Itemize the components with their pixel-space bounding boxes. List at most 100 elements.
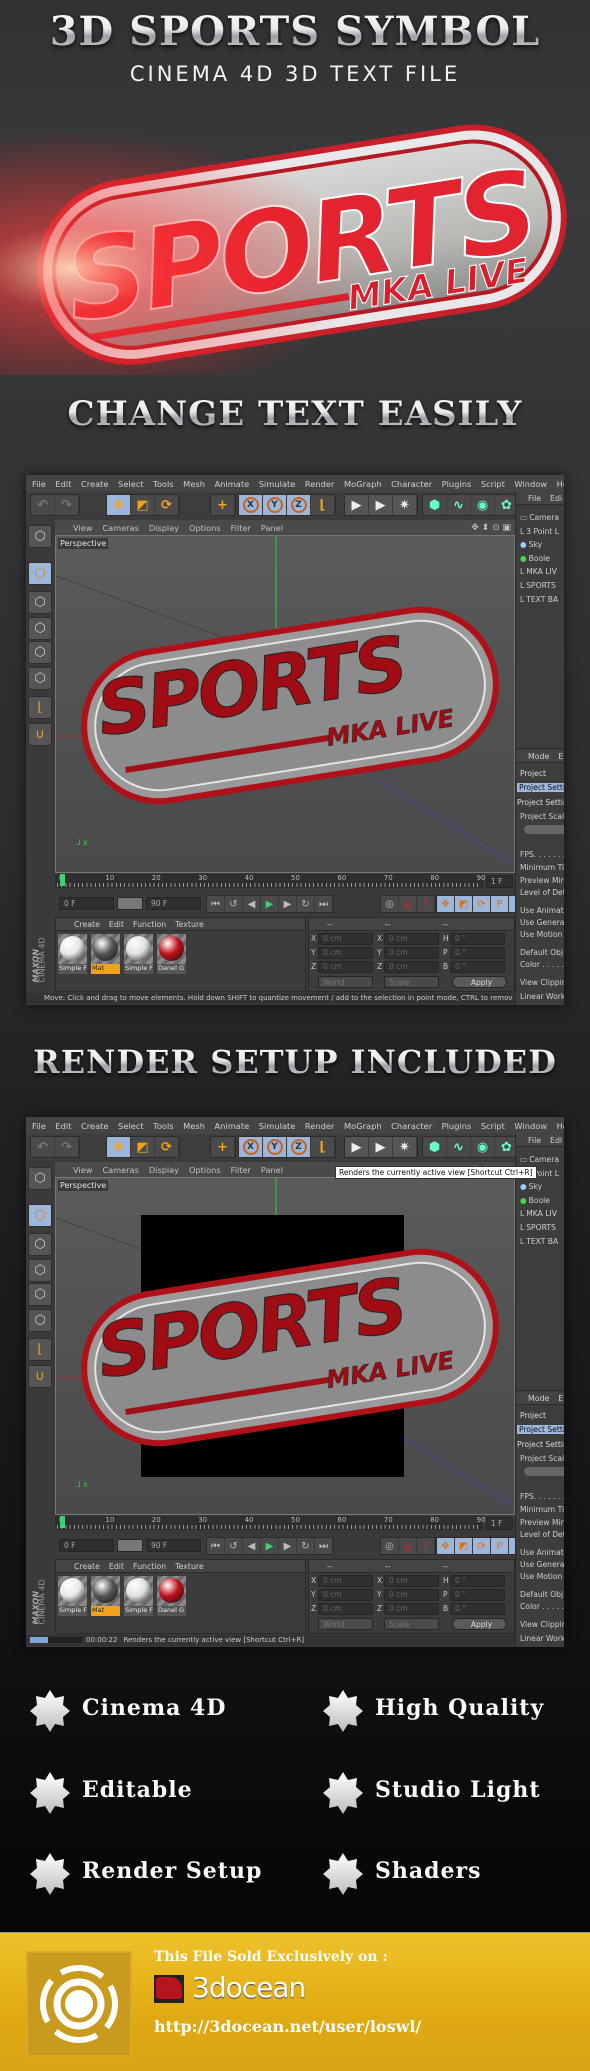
menu-create[interactable]: Create bbox=[81, 479, 109, 489]
menu-window[interactable]: Window bbox=[514, 1121, 547, 1131]
start-frame-field[interactable]: 0 F bbox=[59, 1539, 114, 1552]
undo-button[interactable]: ↶ bbox=[31, 495, 55, 515]
key-rotation-button[interactable]: ⟳ bbox=[473, 896, 491, 912]
menu-render[interactable]: Render bbox=[305, 1121, 335, 1131]
apply-button[interactable]: Apply bbox=[452, 1618, 507, 1630]
material-menu-texture[interactable]: Texture bbox=[175, 1562, 204, 1571]
coord-value-field[interactable]: 0 cm bbox=[318, 933, 373, 945]
attribute-menu-item[interactable]: Mode bbox=[528, 752, 549, 761]
project-scale-field[interactable] bbox=[524, 825, 564, 834]
prev-key-button[interactable]: ↺ bbox=[225, 1538, 243, 1554]
redo-button[interactable]: ↷ bbox=[55, 1137, 79, 1157]
go-to-end-button[interactable]: ⏭ bbox=[315, 1538, 333, 1554]
object-list-item[interactable]: L SPORTS bbox=[520, 1223, 556, 1232]
scale-button[interactable]: ◩ bbox=[131, 1137, 155, 1157]
undo-button[interactable]: ↶ bbox=[31, 1137, 55, 1157]
object-list-item[interactable]: ● Boole bbox=[520, 1196, 550, 1205]
menu-script[interactable]: Script bbox=[481, 479, 505, 489]
end-frame-field[interactable]: 90 F bbox=[146, 1539, 201, 1552]
key-position-button[interactable]: ✥ bbox=[437, 1538, 455, 1554]
material-menu-function[interactable]: Function bbox=[133, 920, 166, 929]
menu-character[interactable]: Character bbox=[391, 1121, 432, 1131]
3d-viewport[interactable]: SPORTS MKA LIVE Perspective ⅃ x bbox=[55, 535, 515, 873]
viewport-menu-panel[interactable]: Panel bbox=[261, 523, 283, 533]
viewport-menu-display[interactable]: Display bbox=[149, 523, 179, 533]
material-menu-create[interactable]: Create bbox=[74, 1562, 100, 1571]
coord-value-field[interactable]: 0 cm bbox=[384, 1575, 439, 1587]
viewport-menu-cameras[interactable]: Cameras bbox=[102, 1165, 138, 1175]
autokey-button[interactable]: ◎ bbox=[381, 1538, 399, 1554]
current-frame-field[interactable]: 1 F bbox=[486, 875, 513, 888]
coord-value-field[interactable]: 0 ° bbox=[450, 961, 505, 973]
coord-mode-dropdown[interactable]: Scale bbox=[384, 1618, 439, 1630]
attribute-row[interactable]: FPS. . . . . . . bbox=[520, 1492, 564, 1501]
object-list-item[interactable]: L TEXT BA bbox=[520, 1237, 558, 1246]
attribute-menu-item[interactable]: Mode bbox=[528, 1394, 549, 1403]
attribute-menu-item[interactable]: E bbox=[558, 1394, 563, 1403]
object-list-item[interactable]: L SPORTS bbox=[520, 581, 556, 590]
texture-mode-icon[interactable]: ⬡ bbox=[28, 1233, 52, 1256]
object-list-item[interactable]: L MKA LIV bbox=[520, 1209, 557, 1218]
magnet-icon[interactable]: ∪ bbox=[28, 723, 52, 746]
rotate-button[interactable]: ⟳ bbox=[155, 495, 179, 515]
attribute-row[interactable]: Use Motion bbox=[520, 1572, 562, 1581]
go-to-start-button[interactable]: ⏮ bbox=[207, 1538, 225, 1554]
attribute-tab-project-settings[interactable]: Project Settin bbox=[517, 1425, 564, 1434]
material-swatch[interactable]: Mat bbox=[91, 1576, 120, 1616]
timeline-ruler[interactable]: 0102030405060708090 bbox=[55, 874, 486, 888]
key-rotation-button[interactable]: ⟳ bbox=[473, 1538, 491, 1554]
timeline-ruler[interactable]: 0102030405060708090 bbox=[55, 1516, 486, 1530]
coord-value-field[interactable]: 0 cm bbox=[384, 933, 439, 945]
viewport-menu-view[interactable]: View bbox=[73, 1165, 92, 1175]
point-mode-icon[interactable]: ⬡ bbox=[28, 1259, 52, 1282]
current-frame-field[interactable]: 1 F bbox=[486, 1517, 513, 1530]
attribute-tab-project-settings[interactable]: Project Settin bbox=[517, 783, 564, 792]
material-menu-edit[interactable]: Edit bbox=[109, 920, 124, 929]
attribute-row[interactable]: Use Animati bbox=[520, 1548, 564, 1557]
go-to-end-button[interactable]: ⏭ bbox=[315, 896, 333, 912]
render-view-button[interactable]: ▶ bbox=[345, 495, 369, 515]
object-list-item[interactable]: ● Sky bbox=[520, 1182, 542, 1191]
viewport-menu-filter[interactable]: Filter bbox=[231, 523, 251, 533]
object-mode-icon[interactable]: ⬡ bbox=[28, 1204, 52, 1227]
material-swatch[interactable]: Mat bbox=[91, 934, 120, 974]
scale-button[interactable]: ◩ bbox=[131, 495, 155, 515]
cube-button[interactable]: ⬢ bbox=[423, 495, 447, 515]
material-menu-function[interactable]: Function bbox=[133, 1562, 166, 1571]
menu-script[interactable]: Script bbox=[481, 1121, 505, 1131]
3docean-brand[interactable]: 3docean bbox=[192, 1971, 306, 2004]
prev-frame-button[interactable]: ◀ bbox=[243, 896, 261, 912]
3d-viewport[interactable]: SPORTS MKA LIVE Perspective ⅃ x bbox=[55, 1177, 515, 1515]
attribute-row[interactable]: View Clippin bbox=[520, 1620, 564, 1629]
coordinate-system-button[interactable]: ⌊ bbox=[311, 495, 335, 515]
next-key-button[interactable]: ↻ bbox=[297, 1538, 315, 1554]
render-picture-viewer-button[interactable]: ▶ bbox=[369, 1137, 393, 1157]
autokey-button[interactable]: ◎ bbox=[381, 896, 399, 912]
menu-simulate[interactable]: Simulate bbox=[259, 479, 296, 489]
material-menu-texture[interactable]: Texture bbox=[175, 920, 204, 929]
menu-help[interactable]: Help bbox=[557, 479, 564, 489]
material-swatch[interactable]: Simple F bbox=[58, 934, 87, 974]
axis-mode-icon[interactable]: ⌊ bbox=[28, 1338, 52, 1361]
attribute-row[interactable]: Use Generat bbox=[520, 918, 564, 927]
attribute-row[interactable]: Default Obj bbox=[520, 1590, 563, 1599]
coord-value-field[interactable]: 0 cm bbox=[384, 961, 439, 973]
add-button[interactable]: + bbox=[211, 495, 235, 515]
material-swatch[interactable]: Simple F bbox=[124, 934, 153, 974]
object-list-item[interactable]: ▭ Camera bbox=[520, 1155, 559, 1164]
coordinate-system-button[interactable]: ⌊ bbox=[311, 1137, 335, 1157]
coord-value-field[interactable]: 0 ° bbox=[450, 933, 505, 945]
rotate-button[interactable]: ⟳ bbox=[155, 1137, 179, 1157]
object-menu-item[interactable]: File bbox=[528, 494, 541, 503]
start-frame-field[interactable]: 0 F bbox=[59, 897, 114, 910]
x-axis-button[interactable]: X bbox=[239, 1137, 263, 1157]
keyframe-help-button[interactable]: ? bbox=[417, 896, 435, 912]
menu-window[interactable]: Window bbox=[514, 479, 547, 489]
cube-button[interactable]: ⬢ bbox=[423, 1137, 447, 1157]
coord-value-field[interactable]: 0 cm bbox=[384, 1589, 439, 1601]
coord-value-field[interactable]: 0 cm bbox=[384, 1603, 439, 1615]
attribute-menu-item[interactable]: E bbox=[558, 752, 563, 761]
attribute-row[interactable]: Level of Det bbox=[520, 888, 564, 897]
coord-value-field[interactable]: 0 ° bbox=[450, 947, 505, 959]
coord-value-field[interactable]: 0 cm bbox=[318, 947, 373, 959]
